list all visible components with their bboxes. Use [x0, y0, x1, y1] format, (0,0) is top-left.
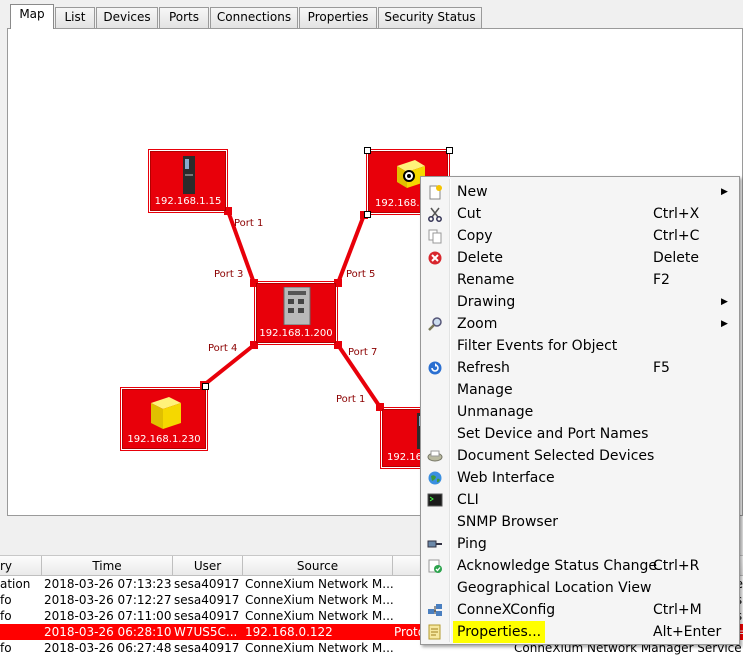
tab-security-status[interactable]: Security Status: [378, 7, 482, 28]
device-label: 192.168.1.15: [154, 196, 222, 207]
menu-item-geo-location[interactable]: Geographical Location View: [423, 577, 737, 599]
device-192-168-1-200[interactable]: 192.168.1.200: [254, 281, 338, 345]
tab-map[interactable]: Map: [10, 4, 54, 29]
menu-item-filter-events[interactable]: Filter Events for Object: [423, 335, 737, 357]
port-label: Port 1: [234, 218, 264, 229]
device-192-168-1-15[interactable]: 192.168.1.15: [148, 149, 228, 213]
submenu-arrow-icon: ▶: [721, 319, 728, 329]
submenu-arrow-icon: ▶: [721, 187, 728, 197]
tab-properties[interactable]: Properties: [299, 7, 377, 28]
menu-item-refresh[interactable]: Refresh F5: [423, 357, 737, 379]
port-label: Port 7: [348, 347, 378, 358]
menu-item-new[interactable]: New ▶: [423, 181, 737, 203]
tab-ports[interactable]: Ports: [159, 7, 209, 28]
context-menu: New ▶ Cut Ctrl+X Copy Ctrl+C Delete Dele…: [420, 176, 740, 645]
menu-item-snmp-browser[interactable]: SNMP Browser: [423, 511, 737, 533]
selection-handle[interactable]: [364, 211, 371, 218]
menu-item-delete[interactable]: Delete Delete: [423, 247, 737, 269]
connexconfig-icon: [428, 604, 442, 616]
submenu-arrow-icon: ▶: [721, 297, 728, 307]
new-icon: [429, 185, 442, 200]
menu-item-cli[interactable]: CLI: [423, 489, 737, 511]
port-label: Port 3: [214, 269, 244, 280]
scissors-icon: [428, 207, 442, 222]
menu-item-connexconfig[interactable]: ConneXConfig Ctrl+M: [423, 599, 737, 621]
menu-item-document-devices[interactable]: Document Selected Devices: [423, 445, 737, 467]
menu-item-properties[interactable]: Properties... Alt+Enter: [423, 621, 737, 643]
tab-connections[interactable]: Connections: [210, 7, 298, 28]
switch-icon: [283, 287, 311, 325]
refresh-icon: [428, 361, 442, 375]
magnifier-icon: [428, 317, 442, 331]
device-192-168-1-230[interactable]: 192.168.1.230: [120, 387, 208, 451]
menu-item-ping[interactable]: Ping: [423, 533, 737, 555]
menu-item-unmanage[interactable]: Unmanage: [423, 401, 737, 423]
menu-item-manage[interactable]: Manage: [423, 379, 737, 401]
properties-icon: [428, 624, 441, 640]
tab-bar: Map List Devices Ports Connections Prope…: [0, 0, 743, 29]
globe-icon: [428, 471, 442, 485]
generic-device-icon: [151, 397, 181, 429]
menu-item-set-names[interactable]: Set Device and Port Names: [423, 423, 737, 445]
copy-icon: [428, 229, 442, 244]
menu-item-drawing[interactable]: Drawing ▶: [423, 291, 737, 313]
port-label: Port 5: [346, 269, 376, 280]
port-label: Port 4: [208, 343, 238, 354]
selection-handle[interactable]: [202, 383, 209, 390]
col-time[interactable]: Time: [42, 556, 173, 576]
device-label: 192.168.1.230: [127, 434, 201, 445]
selection-handle[interactable]: [446, 147, 453, 154]
terminal-icon: [427, 493, 443, 507]
menu-item-acknowledge[interactable]: Acknowledge Status Change Ctrl+R: [423, 555, 737, 577]
port-label: Port 1: [336, 394, 366, 405]
menu-item-cut[interactable]: Cut Ctrl+X: [423, 203, 737, 225]
device-label: 192.168.1.200: [259, 328, 333, 339]
menu-item-copy[interactable]: Copy Ctrl+C: [423, 225, 737, 247]
ping-icon: [427, 540, 442, 548]
menu-item-web-interface[interactable]: Web Interface: [423, 467, 737, 489]
acknowledge-icon: [428, 559, 442, 573]
col-user[interactable]: User: [173, 556, 243, 576]
col-source[interactable]: Source: [243, 556, 393, 576]
delete-icon: [428, 251, 442, 265]
col-category[interactable]: ry: [0, 556, 42, 576]
tab-devices[interactable]: Devices: [96, 7, 158, 28]
menu-item-zoom[interactable]: Zoom ▶: [423, 313, 737, 335]
selection-handle[interactable]: [364, 147, 371, 154]
tab-list[interactable]: List: [55, 7, 95, 28]
plc-icon: [183, 156, 195, 194]
menu-item-rename[interactable]: Rename F2: [423, 269, 737, 291]
document-icon: [427, 450, 443, 462]
